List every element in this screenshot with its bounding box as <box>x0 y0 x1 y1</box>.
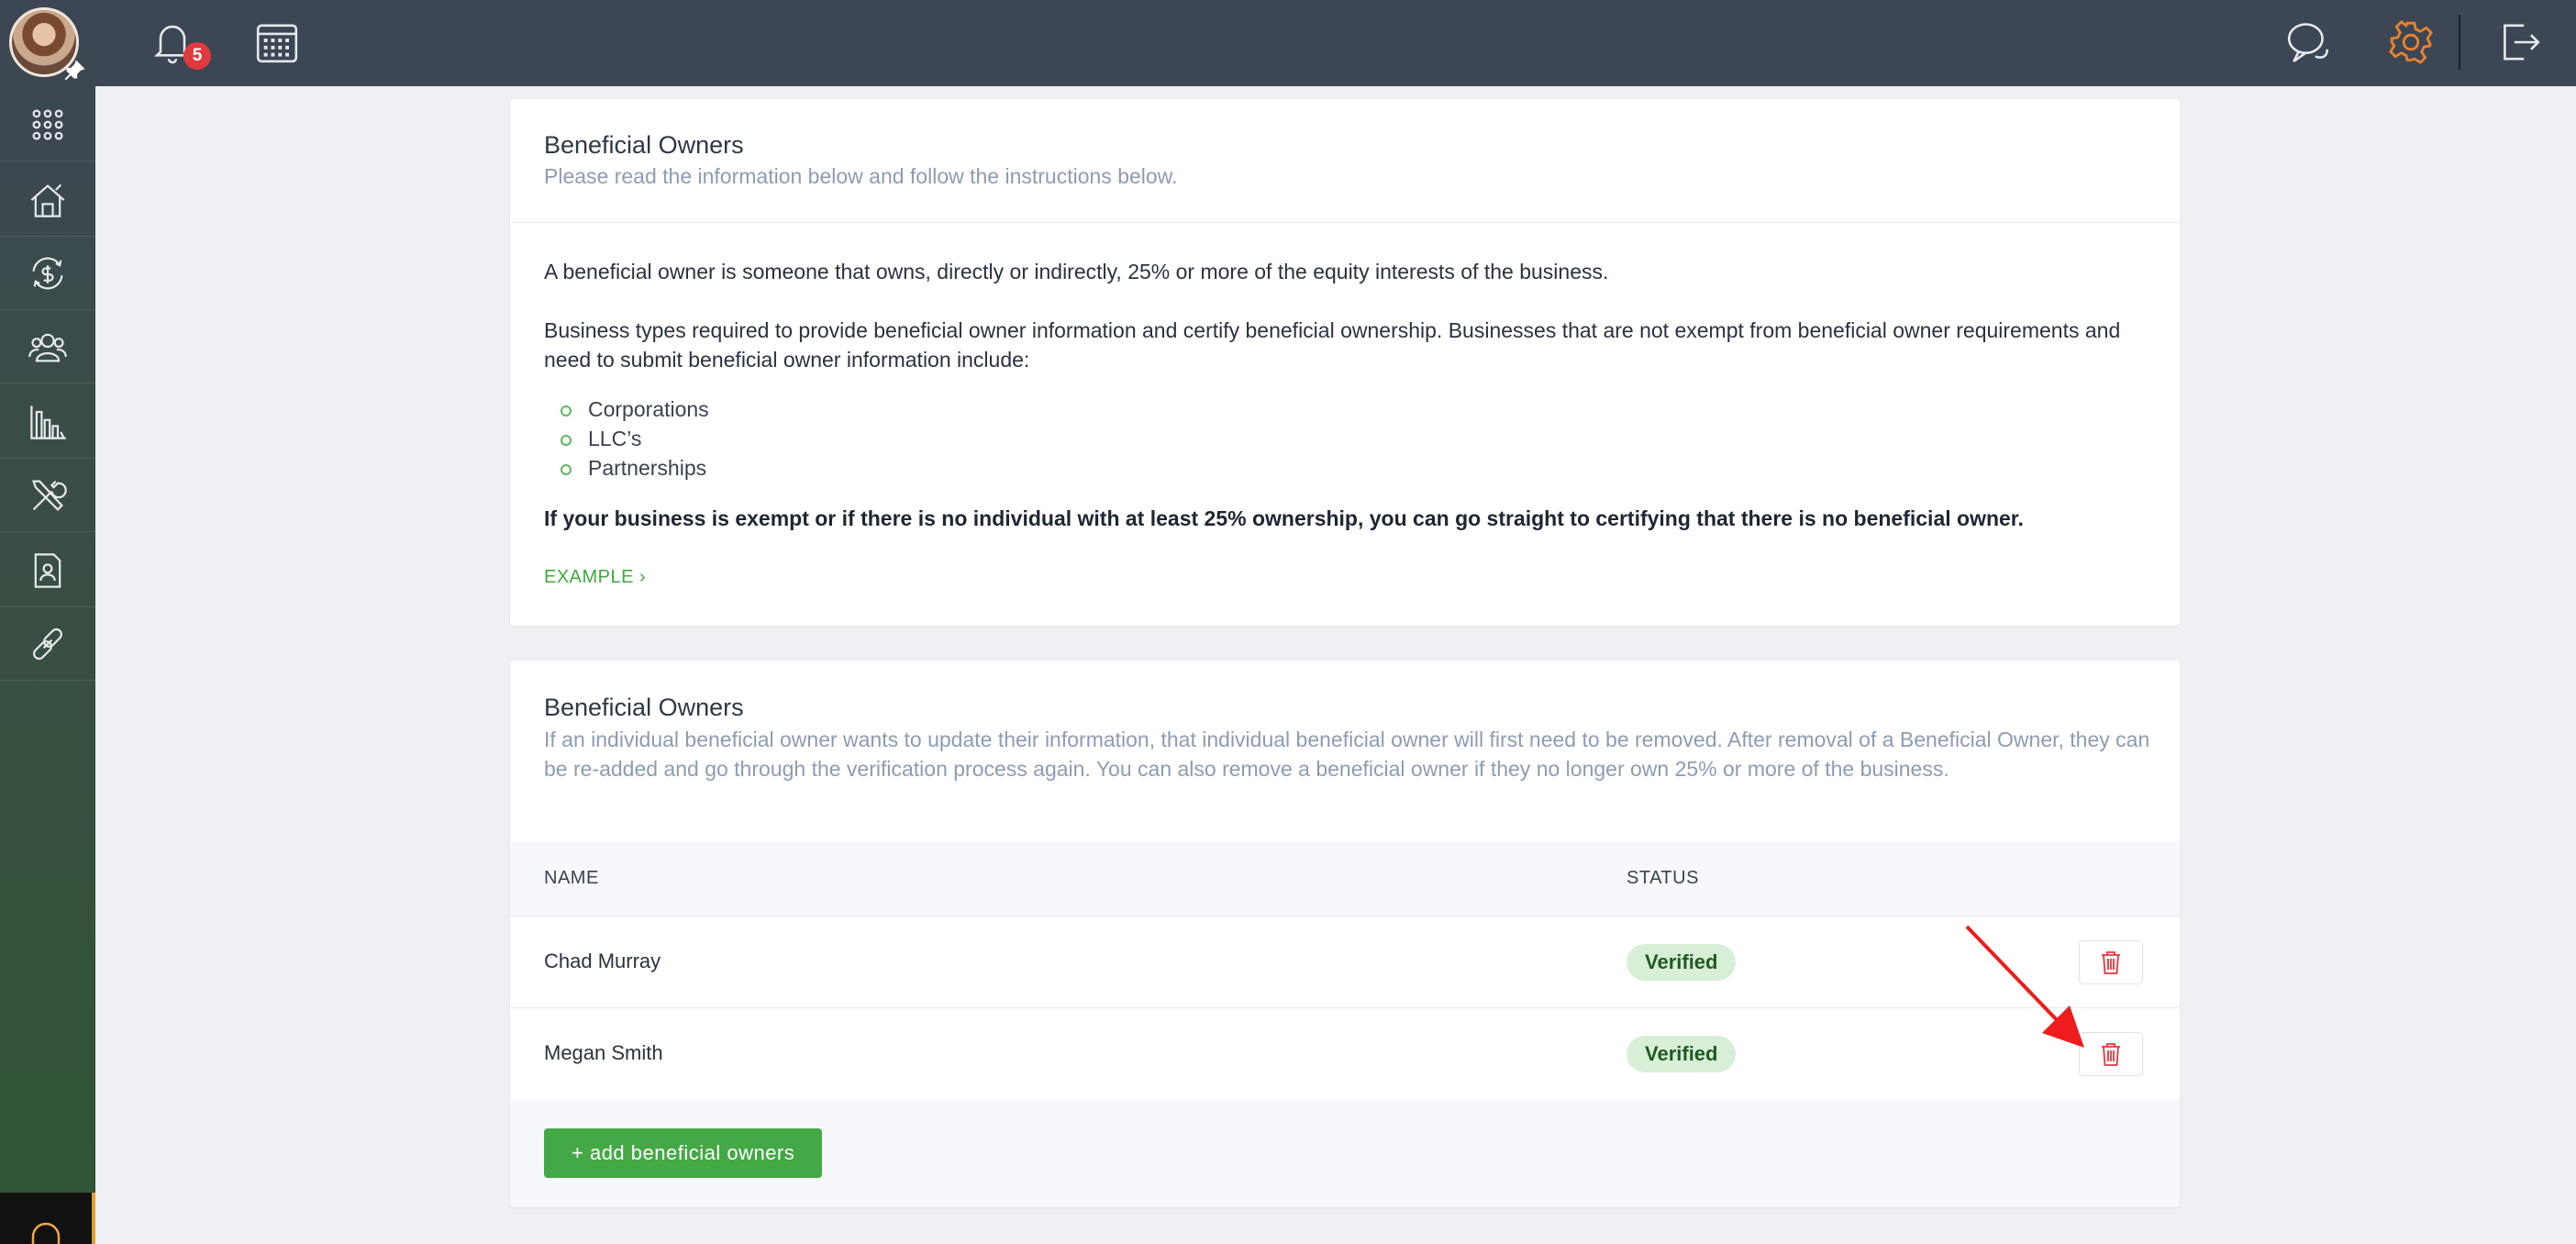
trash-icon <box>2102 1043 2120 1066</box>
table-row: Chad Murray Verified <box>510 916 2180 1007</box>
column-header-status: STATUS <box>1627 868 1699 888</box>
chat-icon[interactable] <box>2284 18 2332 66</box>
topbar-divider <box>2459 15 2460 70</box>
user-avatar-wrapper[interactable] <box>9 7 85 81</box>
grid-dots-icon <box>32 109 63 139</box>
owner-name: Megan Smith <box>544 1041 663 1064</box>
top-bar: 5 <box>95 0 2576 86</box>
page-title: Beneficial Owners <box>544 131 744 159</box>
delete-owner-button[interactable] <box>2079 1032 2143 1076</box>
calendar-icon[interactable] <box>253 18 301 66</box>
sidebar-item-apps[interactable] <box>0 88 95 161</box>
support-button[interactable] <box>0 1193 95 1244</box>
definition-paragraph: A beneficial owner is someone that owns,… <box>544 260 1609 283</box>
delete-owner-button[interactable] <box>2079 940 2143 984</box>
trash-icon <box>2102 951 2120 974</box>
status-badge: Verified <box>1627 1036 1737 1072</box>
status-badge: Verified <box>1627 944 1737 981</box>
sidebar-item-tools[interactable] <box>0 459 95 532</box>
table-footer: + add beneficial owners <box>510 1099 2180 1207</box>
settings-gear-icon[interactable] <box>2387 18 2435 66</box>
sidebar-item-users[interactable] <box>0 310 95 383</box>
list-item: LLC’s <box>544 424 709 453</box>
page-subtitle: Please read the information below and fo… <box>544 164 1178 188</box>
exemption-note: If your business is exempt or if there i… <box>544 506 2024 530</box>
beneficial-owners-list-card: Beneficial Owners If an individual benef… <box>510 661 2180 1207</box>
table-header: NAME STATUS <box>510 842 2180 916</box>
link-icon <box>33 628 62 660</box>
sidebar-item-payments[interactable] <box>0 237 95 310</box>
sidebar-item-documents[interactable] <box>0 534 95 607</box>
sidebar-item-reports[interactable] <box>0 385 95 459</box>
sidebar-item-home[interactable] <box>0 163 95 237</box>
tools-icon <box>32 480 67 511</box>
users-icon <box>28 333 67 361</box>
column-header-name: NAME <box>544 868 599 888</box>
notification-badge: 5 <box>183 42 211 70</box>
table-row: Megan Smith Verified <box>510 1007 2180 1099</box>
house-icon <box>30 183 65 217</box>
logout-icon[interactable] <box>2495 18 2543 66</box>
pin-icon[interactable] <box>62 59 86 83</box>
owner-name: Chad Murray <box>544 950 661 972</box>
business-types-list: Corporations LLC’s Partnerships <box>544 394 709 483</box>
add-beneficial-owners-button[interactable]: + add beneficial owners <box>544 1128 823 1178</box>
list-item: Partnerships <box>544 453 709 483</box>
example-link[interactable]: EXAMPLE › <box>544 567 646 588</box>
sidebar-item-links[interactable] <box>0 607 95 681</box>
section-title: Beneficial Owners <box>544 694 744 721</box>
list-item: Corporations <box>544 394 709 424</box>
section-description: If an individual beneficial owner wants … <box>544 728 2150 781</box>
sidebar <box>0 0 95 1244</box>
requirements-paragraph: Business types required to provide benef… <box>544 318 2121 372</box>
dollar-cycle-icon <box>32 257 63 289</box>
beneficial-owners-info-card: Beneficial Owners Please read the inform… <box>510 99 2180 626</box>
bar-chart-icon <box>30 405 66 439</box>
headset-icon <box>31 1222 61 1244</box>
document-user-icon <box>34 552 61 588</box>
card-divider <box>510 222 2180 223</box>
